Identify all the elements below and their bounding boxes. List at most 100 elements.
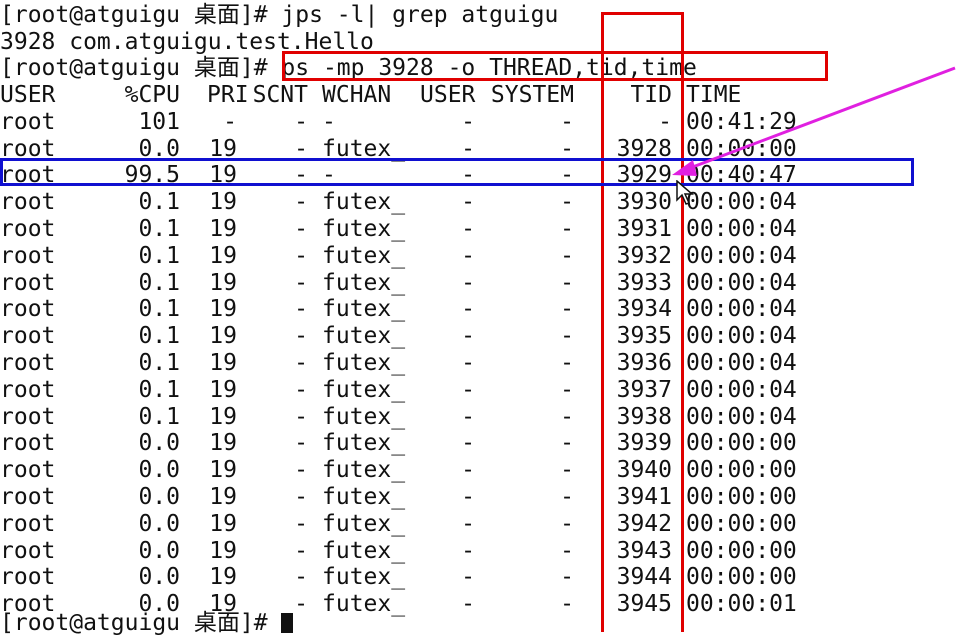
table-cell: root <box>0 135 56 162</box>
table-row: root 0.1 19- futex_ - -3935 00:00:04 <box>0 323 978 350</box>
table-cell: 00:00:00 <box>686 564 797 591</box>
column-header: SYSTEM <box>490 82 574 108</box>
column-header: USER <box>0 82 56 108</box>
table-cell: - <box>461 189 475 216</box>
table-cell: 19 <box>209 269 237 296</box>
table-cell: 19 <box>209 323 237 350</box>
table-cell: futex_ <box>322 242 406 269</box>
table-cell: 19 <box>209 162 237 189</box>
table-cell: 0.1 <box>138 242 180 269</box>
table-cell: 3939 <box>616 430 672 457</box>
table-cell: - <box>461 135 475 162</box>
terminal-window[interactable]: [root@atguigu 桌面]# jps -l| grep atguigu … <box>0 0 978 636</box>
table-cell: root <box>0 242 56 269</box>
table-row: root 0.1 19- futex_ - -3934 00:00:04 <box>0 296 978 323</box>
table-cell: root <box>0 323 56 350</box>
table-cell: 19 <box>209 484 237 510</box>
table-row: root 99.5 19- - - -3929 00:40:47 <box>0 162 978 189</box>
table-cell: 0.1 <box>138 350 180 376</box>
table-cell: - <box>461 242 475 269</box>
table-cell: futex_ <box>322 269 406 296</box>
table-cell: - <box>294 376 308 403</box>
table-cell: 00:00:01 <box>686 591 797 618</box>
table-cell: 0.0 <box>138 135 180 162</box>
table-cell: 101 <box>138 108 180 135</box>
table-cell: 3933 <box>616 269 672 296</box>
table-cell: root <box>0 216 56 242</box>
table-cell: 00:00:04 <box>686 216 797 242</box>
table-cell: 00:00:00 <box>686 457 797 484</box>
table-cell: 0.1 <box>138 269 180 296</box>
table-cell: - <box>560 242 574 269</box>
table-cell: futex_ <box>322 296 406 323</box>
table-cell: - <box>294 350 308 376</box>
table-cell: - <box>294 162 308 189</box>
table-cell: - <box>560 376 574 403</box>
table-cell: 0.1 <box>138 376 180 403</box>
table-cell: root <box>0 269 56 296</box>
table-cell: root <box>0 564 56 591</box>
table-cell: - <box>223 108 237 135</box>
table-cell: - <box>294 564 308 591</box>
table-cell: 3935 <box>616 323 672 350</box>
table-cell: - <box>461 108 475 135</box>
table-cell: - <box>461 484 475 510</box>
table-cell: - <box>294 484 308 510</box>
shell-prompt: [root@atguigu 桌面]# <box>0 2 282 28</box>
table-cell: root <box>0 510 56 537</box>
shell-prompt: [root@atguigu 桌面]# <box>0 610 282 636</box>
table-cell: 00:00:00 <box>686 484 797 510</box>
table-cell: 0.1 <box>138 403 180 430</box>
table-cell: 00:00:04 <box>686 350 797 376</box>
table-cell: 0.0 <box>138 510 180 537</box>
table-cell: 3932 <box>616 242 672 269</box>
column-header: SCNT <box>252 82 308 108</box>
table-cell: - <box>461 216 475 242</box>
table-cell: 19 <box>209 510 237 537</box>
table-row: root 0.1 19- futex_ - -3936 00:00:04 <box>0 350 978 377</box>
table-cell: futex_ <box>322 323 406 350</box>
table-cell: 00:00:04 <box>686 323 797 350</box>
table-cell: - <box>560 403 574 430</box>
table-cell: 3931 <box>616 216 672 242</box>
table-cell: - <box>294 323 308 350</box>
table-row: root 0.0 19- futex_ - -3944 00:00:00 <box>0 564 978 591</box>
table-cell: - <box>461 430 475 457</box>
table-cell: 3930 <box>616 189 672 216</box>
table-cell: - <box>560 484 574 510</box>
table-cell: - <box>294 510 308 537</box>
table-row: root 0.1 19- futex_ - -3932 00:00:04 <box>0 243 978 270</box>
shell-prompt: [root@atguigu 桌面]# <box>0 55 282 81</box>
table-cell: 00:00:04 <box>686 269 797 296</box>
prompt-line-1: [root@atguigu 桌面]# jps -l| grep atguigu <box>0 2 558 29</box>
column-header: TID <box>630 82 672 108</box>
table-cell: futex_ <box>322 430 406 457</box>
table-cell: - <box>294 108 308 135</box>
table-cell: - <box>461 323 475 350</box>
table-cell: - <box>560 323 574 350</box>
column-header: WCHAN <box>322 82 392 108</box>
table-cell: - <box>560 162 574 189</box>
table-cell: 0.1 <box>138 323 180 350</box>
table-cell: - <box>322 162 336 189</box>
table-cell: - <box>294 242 308 269</box>
table-row: root 0.1 19- futex_ - -3933 00:00:04 <box>0 270 978 297</box>
table-cell: 3942 <box>616 510 672 537</box>
table-cell: - <box>322 108 336 135</box>
prompt-line-3[interactable]: [root@atguigu 桌面]# <box>0 610 294 637</box>
table-cell: 00:40:47 <box>686 162 797 189</box>
table-cell: 99.5 <box>124 162 180 189</box>
table-cell: 19 <box>209 189 237 216</box>
table-cell: 3934 <box>616 296 672 323</box>
table-cell: futex_ <box>322 537 406 564</box>
table-cell: - <box>294 403 308 430</box>
command-text: ps -mp 3928 -o THREAD,tid,time <box>281 55 697 81</box>
table-cell: 0.1 <box>138 216 180 242</box>
table-cell: 3940 <box>616 457 672 484</box>
table-cell: root <box>0 296 56 323</box>
table-cell: futex_ <box>322 564 406 591</box>
table-cell: - <box>294 189 308 216</box>
table-cell: 3938 <box>616 403 672 430</box>
table-cell: futex_ <box>322 484 406 510</box>
table-cell: futex_ <box>322 510 406 537</box>
